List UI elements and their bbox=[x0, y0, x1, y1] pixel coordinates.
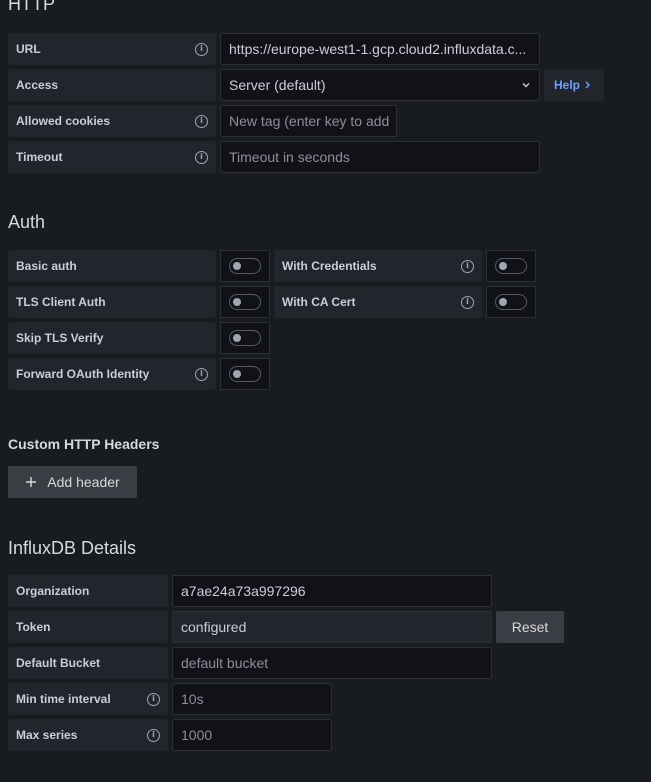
organization-label: Organization bbox=[8, 575, 168, 607]
with-ca-cert-label: With CA Cert i bbox=[274, 286, 482, 318]
auth-section-title: Auth bbox=[8, 212, 46, 232]
chevron-right-icon bbox=[585, 81, 590, 89]
skip-tls-verify-label: Skip TLS Verify bbox=[8, 322, 216, 354]
organization-input[interactable]: a7ae24a73a997296 bbox=[172, 575, 492, 607]
forward-oauth-toggle-box bbox=[220, 358, 270, 390]
http-section-title: HTTP bbox=[8, 0, 55, 14]
plus-icon bbox=[26, 477, 37, 487]
info-icon[interactable]: i bbox=[147, 692, 160, 706]
min-time-interval-input[interactable]: 10s bbox=[172, 683, 332, 715]
default-bucket-label: Default Bucket bbox=[8, 647, 168, 679]
max-series-label: Max series i bbox=[8, 719, 168, 751]
forward-oauth-switch[interactable] bbox=[229, 366, 261, 382]
token-label: Token bbox=[8, 611, 168, 643]
with-credentials-label: With Credentials i bbox=[274, 250, 482, 282]
info-icon[interactable]: i bbox=[195, 114, 208, 128]
token-input: configured bbox=[172, 611, 492, 643]
max-series-input[interactable]: 1000 bbox=[172, 719, 332, 751]
skip-tls-verify-toggle-box bbox=[220, 322, 270, 354]
skip-tls-verify-switch[interactable] bbox=[229, 330, 261, 346]
tls-client-auth-toggle-box bbox=[220, 286, 270, 318]
default-bucket-input[interactable]: default bucket bbox=[172, 647, 492, 679]
with-credentials-switch[interactable] bbox=[495, 258, 527, 274]
min-time-interval-label: Min time interval i bbox=[8, 683, 168, 715]
info-icon[interactable]: i bbox=[147, 728, 160, 742]
basic-auth-switch[interactable] bbox=[229, 258, 261, 274]
influxdb-section-title: InfluxDB Details bbox=[8, 538, 137, 558]
timeout-input[interactable]: Timeout in seconds bbox=[220, 141, 540, 173]
tls-client-auth-label: TLS Client Auth bbox=[8, 286, 216, 318]
forward-oauth-label: Forward OAuth Identity i bbox=[8, 358, 216, 390]
timeout-label: Timeout i bbox=[8, 141, 216, 173]
basic-auth-toggle-box bbox=[220, 250, 270, 282]
with-ca-cert-switch[interactable] bbox=[495, 294, 527, 310]
allowed-cookies-label: Allowed cookies i bbox=[8, 105, 216, 137]
with-credentials-toggle-box bbox=[486, 250, 536, 282]
chevron-down-icon bbox=[522, 83, 530, 88]
url-input[interactable]: https://europe-west1-1.gcp.cloud2.influx… bbox=[220, 33, 540, 65]
info-icon[interactable]: i bbox=[195, 42, 208, 56]
with-ca-cert-toggle-box bbox=[486, 286, 536, 318]
info-icon[interactable]: i bbox=[461, 295, 474, 309]
info-icon[interactable]: i bbox=[461, 259, 474, 273]
custom-headers-title: Custom HTTP Headers bbox=[8, 436, 160, 452]
allowed-cookies-input[interactable]: New tag (enter key to add bbox=[220, 105, 397, 137]
url-label: URL i bbox=[8, 33, 216, 65]
tls-client-auth-switch[interactable] bbox=[229, 294, 261, 310]
basic-auth-label: Basic auth bbox=[8, 250, 216, 282]
access-select[interactable]: Server (default) bbox=[220, 69, 540, 101]
add-header-button[interactable]: Add header bbox=[8, 466, 137, 498]
reset-button[interactable]: Reset bbox=[496, 611, 564, 643]
help-button[interactable]: Help bbox=[544, 69, 604, 101]
access-label: Access bbox=[8, 69, 216, 101]
info-icon[interactable]: i bbox=[195, 367, 208, 381]
info-icon[interactable]: i bbox=[195, 150, 208, 164]
